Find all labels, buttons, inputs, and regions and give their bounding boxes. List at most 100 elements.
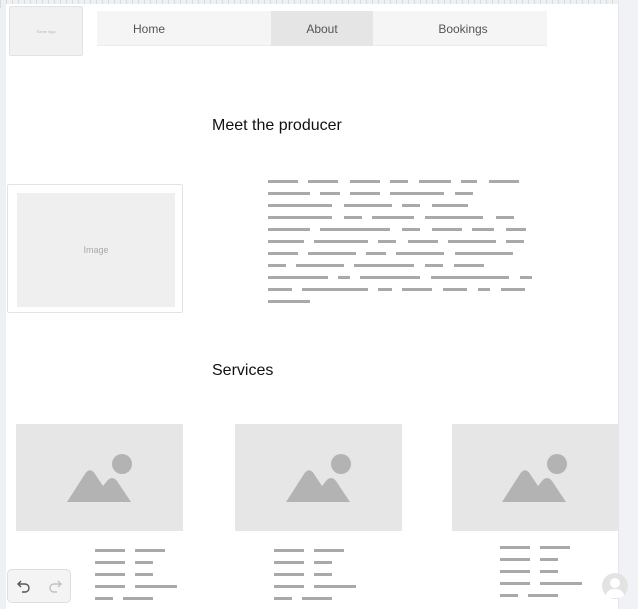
text-line xyxy=(500,594,518,597)
text-line xyxy=(432,228,462,231)
service-card-image-1[interactable] xyxy=(16,424,183,531)
text-line xyxy=(419,180,451,183)
undo-button[interactable] xyxy=(12,574,36,598)
text-line xyxy=(344,204,392,207)
nav-item-home[interactable]: Home xyxy=(97,11,201,46)
right-gutter xyxy=(618,0,638,609)
text-line xyxy=(274,585,304,588)
text-line xyxy=(461,180,477,183)
text-line xyxy=(344,216,362,219)
text-line xyxy=(268,276,328,279)
text-line xyxy=(95,561,125,564)
text-line xyxy=(308,180,338,183)
text-line xyxy=(432,204,468,207)
text-line xyxy=(320,228,390,231)
text-line xyxy=(268,264,286,267)
text-line xyxy=(95,585,125,588)
text-line xyxy=(95,597,113,600)
nav-label-about: About xyxy=(306,21,338,36)
text-line xyxy=(455,252,513,255)
text-line xyxy=(390,180,408,183)
image-label: Image xyxy=(83,245,109,255)
text-line xyxy=(402,228,420,231)
text-line xyxy=(268,216,332,219)
logo-text: Some logo xyxy=(36,28,56,34)
text-line xyxy=(314,240,368,243)
text-line xyxy=(425,216,483,219)
text-line xyxy=(402,204,420,207)
image-placeholder-icon xyxy=(66,453,132,502)
text-line xyxy=(506,240,524,243)
text-line xyxy=(268,180,298,183)
text-line xyxy=(302,288,368,291)
text-line xyxy=(135,585,177,588)
text-line xyxy=(528,594,558,597)
text-line xyxy=(520,276,532,279)
text-line xyxy=(455,192,473,195)
producer-image-frame[interactable]: Image xyxy=(7,184,183,313)
text-line xyxy=(454,264,484,267)
text-line xyxy=(268,288,292,291)
text-line xyxy=(350,192,380,195)
service-card-image-3[interactable] xyxy=(452,424,618,531)
main-nav: Home About Bookings xyxy=(97,11,547,46)
text-line xyxy=(500,558,530,561)
text-line xyxy=(478,288,490,291)
image-placeholder-icon xyxy=(285,453,351,502)
text-line xyxy=(268,240,304,243)
text-line xyxy=(366,252,386,255)
text-line xyxy=(378,240,396,243)
text-line xyxy=(540,582,582,585)
text-line xyxy=(540,546,570,549)
text-line xyxy=(489,180,519,183)
text-line xyxy=(360,276,420,279)
text-line xyxy=(408,240,438,243)
text-line xyxy=(95,573,125,576)
text-line xyxy=(540,558,558,561)
page-canvas: Some logo Home About Bookings Meet the p… xyxy=(6,4,618,609)
text-line xyxy=(350,180,380,183)
text-line xyxy=(506,228,526,231)
service-card-image-2[interactable] xyxy=(235,424,402,531)
text-line xyxy=(314,573,332,576)
text-line xyxy=(123,597,153,600)
nav-label-home: Home xyxy=(132,21,165,36)
history-controls xyxy=(7,569,71,603)
user-avatar-icon xyxy=(605,578,625,598)
text-line xyxy=(390,192,444,195)
text-line xyxy=(135,561,153,564)
text-line xyxy=(500,546,530,549)
text-line xyxy=(274,573,304,576)
text-line xyxy=(443,288,467,291)
text-line xyxy=(500,570,530,573)
user-avatar[interactable] xyxy=(602,573,628,599)
text-line xyxy=(425,264,443,267)
text-line xyxy=(314,549,344,552)
text-line xyxy=(540,570,558,573)
text-line xyxy=(274,561,304,564)
text-line xyxy=(402,288,432,291)
text-line xyxy=(302,597,332,600)
logo[interactable]: Some logo xyxy=(9,6,83,56)
producer-image: Image xyxy=(17,193,175,307)
nav-item-bookings[interactable]: Bookings xyxy=(373,11,553,46)
text-line xyxy=(135,573,153,576)
services-title: Services xyxy=(212,362,274,379)
undo-icon xyxy=(16,580,30,593)
nav-item-about[interactable]: About xyxy=(271,11,373,46)
text-line xyxy=(268,204,332,207)
text-line xyxy=(314,585,356,588)
text-line xyxy=(396,252,444,255)
text-line xyxy=(308,252,356,255)
text-line xyxy=(268,300,310,303)
text-line xyxy=(95,549,125,552)
text-line xyxy=(274,597,292,600)
redo-button[interactable] xyxy=(43,574,67,598)
image-placeholder-icon xyxy=(502,453,567,502)
text-line xyxy=(472,228,494,231)
text-line xyxy=(296,264,344,267)
text-line xyxy=(314,561,332,564)
text-line xyxy=(135,549,165,552)
text-line xyxy=(268,192,310,195)
text-line xyxy=(354,264,414,267)
